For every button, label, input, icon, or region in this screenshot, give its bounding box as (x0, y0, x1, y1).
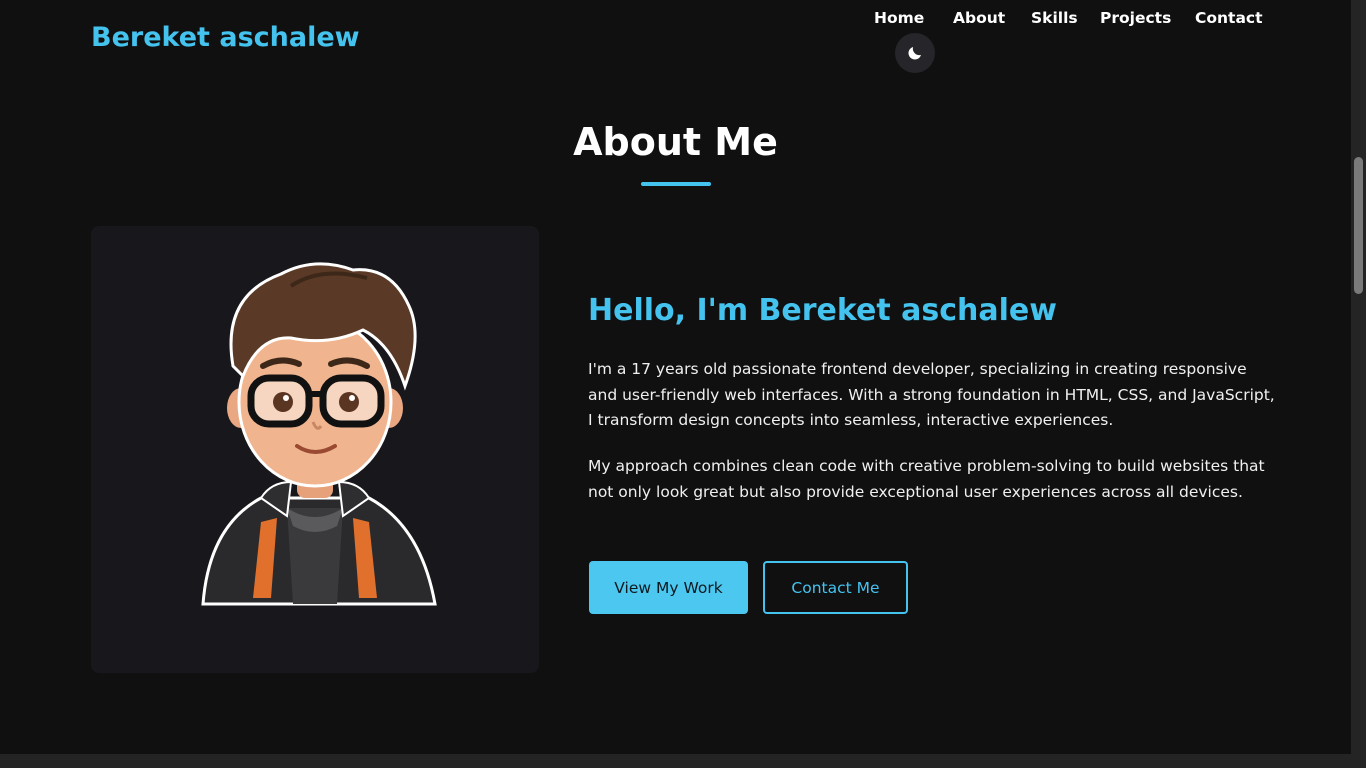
section-title: About Me (573, 120, 778, 164)
view-my-work-button[interactable]: View My Work (589, 561, 748, 614)
avatar-illustration (201, 262, 437, 606)
site-logo[interactable]: Bereket aschalew (91, 22, 360, 53)
about-paragraph-1: I'm a 17 years old passionate frontend d… (588, 360, 1275, 429)
nav-contact[interactable]: Contact (1195, 9, 1263, 27)
about-paragraph-2: My approach combines clean code with cre… (588, 457, 1265, 501)
contact-me-button[interactable]: Contact Me (763, 561, 908, 614)
moon-icon (908, 47, 921, 60)
vertical-scrollbar[interactable] (1351, 0, 1366, 768)
horizontal-scrollbar[interactable] (0, 754, 1351, 768)
avatar-card (91, 226, 539, 673)
nav-home[interactable]: Home (874, 9, 924, 27)
nav-projects[interactable]: Projects (1100, 9, 1171, 27)
page: Bereket aschalew Home About Skills Proje… (0, 0, 1351, 754)
main-nav: Home About Skills Projects Contact (860, 9, 1280, 31)
nav-skills[interactable]: Skills (1031, 9, 1078, 27)
scrollbar-thumb[interactable] (1354, 157, 1363, 294)
nav-about[interactable]: About (953, 9, 1005, 27)
theme-toggle-button[interactable] (895, 33, 935, 73)
greeting-heading: Hello, I'm Bereket aschalew (588, 293, 1057, 328)
title-underline (641, 182, 711, 186)
